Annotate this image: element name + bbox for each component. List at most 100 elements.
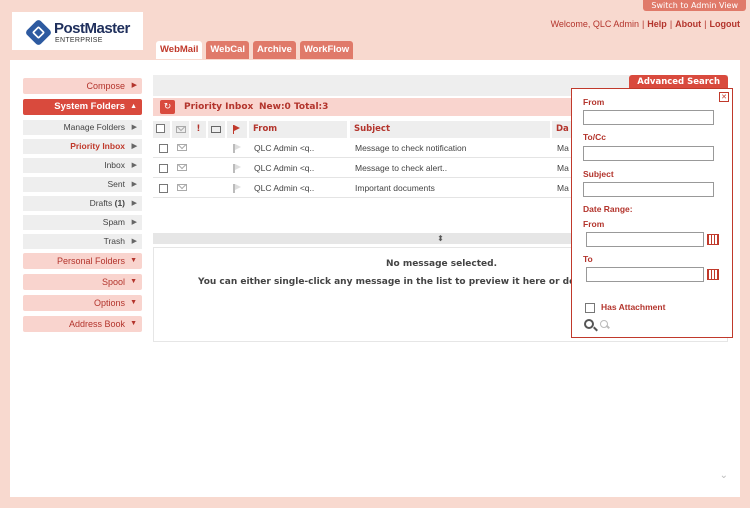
sidebar-item-drafts[interactable]: Drafts (1) ▶ (23, 196, 142, 211)
chevron-right-icon: ▶ (131, 162, 137, 169)
row-checkbox[interactable] (159, 184, 168, 193)
address-book-label: Address Book (68, 319, 125, 329)
folder-name: Priority Inbox (184, 102, 254, 112)
sidebar-item-sent[interactable]: Sent ▶ (23, 177, 142, 192)
to-cc-label: To/Cc (583, 132, 606, 142)
folder-stats: New:0 Total:3 (259, 102, 329, 112)
chevron-right-icon: ▶ (131, 238, 137, 245)
preview-hint: You can either single-click any message … (198, 277, 613, 287)
read-envelope-icon (177, 144, 187, 151)
date-to-input[interactable] (586, 267, 704, 282)
row-checkbox[interactable] (159, 144, 168, 153)
system-folders-label: System Folders (54, 101, 125, 112)
logout-link[interactable]: Logout (710, 19, 741, 29)
subject-label: Subject (583, 169, 614, 179)
flag-icon[interactable] (233, 184, 241, 193)
close-icon[interactable]: ✕ (719, 92, 729, 102)
logo: PostMaster ENTERPRISE (12, 12, 143, 50)
row-date: Ma (557, 163, 569, 173)
header-date[interactable]: Da (552, 121, 572, 138)
row-from: QLC Admin <q.. (254, 143, 315, 153)
top-nav: Welcome, QLC Admin | Help | About | Logout (550, 19, 741, 29)
switch-admin-view-button[interactable]: Switch to Admin View (643, 0, 746, 11)
tab-webmail[interactable]: WebMail (156, 41, 203, 59)
chevron-right-icon: ▶ (131, 124, 137, 131)
system-folders-button[interactable]: System Folders ▲ (23, 99, 142, 115)
row-date: Ma (557, 143, 569, 153)
header-read (172, 121, 189, 138)
row-from: QLC Admin <q.. (254, 183, 315, 193)
sidebar-item-spam[interactable]: Spam ▶ (23, 215, 142, 230)
options-label: Options (93, 298, 125, 308)
sidebar-item-priority-inbox[interactable]: Priority Inbox ▶ (23, 139, 142, 154)
flag-icon[interactable] (233, 144, 241, 153)
sidebar-item-manage-folders[interactable]: Manage Folders ▶ (23, 120, 142, 135)
chevron-down-icon: ▼ (130, 257, 137, 264)
trash-label: Trash (103, 236, 125, 246)
subject-input[interactable] (583, 182, 714, 197)
row-date: Ma (557, 183, 569, 193)
personal-folders-label: Personal Folders (56, 256, 125, 266)
main-tabs: WebMail WebCal Archive WorkFlow (156, 41, 357, 59)
postmaster-logo-icon (24, 18, 53, 47)
row-subject: Message to check alert.. (355, 163, 448, 173)
chevron-down-icon: ▼ (130, 299, 137, 306)
tab-workflow[interactable]: WorkFlow (299, 41, 354, 59)
spam-label: Spam (102, 217, 125, 227)
help-link[interactable]: Help (647, 19, 667, 29)
chevron-right-icon: ▶ (131, 200, 137, 207)
advanced-search-panel: ✕ From To/Cc Subject Date Range: From To… (571, 88, 733, 338)
clear-search-icon[interactable] (600, 320, 608, 328)
compose-label: Compose (86, 81, 125, 91)
header-important[interactable]: ! (191, 121, 206, 138)
header-flag (227, 121, 247, 138)
row-subject: Message to check notification (355, 143, 467, 153)
row-checkbox[interactable] (159, 164, 168, 173)
chevron-down-icon: ▼ (130, 320, 137, 327)
to-cc-input[interactable] (583, 146, 714, 161)
envelope-icon[interactable] (176, 126, 186, 133)
sidebar: Compose ▶ System Folders ▲ Manage Folders ▶… (23, 78, 142, 337)
search-icon[interactable] (584, 319, 594, 329)
options-button[interactable]: Options ▼ (23, 295, 142, 311)
chevron-right-icon: ▶ (131, 181, 137, 188)
row-subject: Important documents (355, 183, 435, 193)
header-select (153, 121, 170, 138)
chevron-right-icon: ▶ (131, 143, 137, 150)
scroll-down-icon[interactable]: ⌄ (720, 470, 728, 481)
has-attachment-checkbox[interactable] (585, 303, 595, 313)
date-range-label: Date Range: (583, 204, 633, 214)
from-input[interactable] (583, 110, 714, 125)
date-to-label: To (583, 254, 593, 264)
row-from: QLC Admin <q.. (254, 163, 315, 173)
brand-edition: ENTERPRISE (55, 37, 103, 44)
sidebar-item-inbox[interactable]: Inbox ▶ (23, 158, 142, 173)
flag-icon[interactable] (233, 164, 241, 173)
resize-vertical-icon[interactable]: ⬍ (437, 234, 444, 243)
date-from-input[interactable] (586, 232, 704, 247)
address-book-button[interactable]: Address Book ▼ (23, 316, 142, 332)
sidebar-item-trash[interactable]: Trash ▶ (23, 234, 142, 249)
refresh-icon[interactable]: ↻ (160, 100, 175, 114)
drafts-label: Drafts (89, 198, 113, 208)
read-envelope-icon (177, 164, 187, 171)
calendar-icon[interactable] (707, 269, 719, 280)
attachment-icon[interactable] (211, 126, 221, 133)
from-label: From (583, 97, 605, 107)
about-link[interactable]: About (675, 19, 701, 29)
advanced-search-button[interactable]: Advanced Search (629, 75, 728, 89)
inbox-label: Inbox (104, 160, 125, 170)
personal-folders-button[interactable]: Personal Folders ▼ (23, 253, 142, 269)
header-subject[interactable]: Subject (350, 121, 550, 138)
spool-button[interactable]: Spool ▼ (23, 274, 142, 290)
calendar-icon[interactable] (707, 234, 719, 245)
drafts-count: (1) (114, 198, 125, 208)
has-attachment-label: Has Attachment (601, 302, 666, 312)
compose-button[interactable]: Compose ▶ (23, 78, 142, 94)
tab-webcal[interactable]: WebCal (206, 41, 250, 59)
welcome-text: Welcome, QLC Admin (550, 19, 639, 29)
select-all-checkbox[interactable] (156, 124, 165, 133)
header-attachment (208, 121, 225, 138)
tab-archive[interactable]: Archive (253, 41, 296, 59)
header-from[interactable]: From (249, 121, 347, 138)
